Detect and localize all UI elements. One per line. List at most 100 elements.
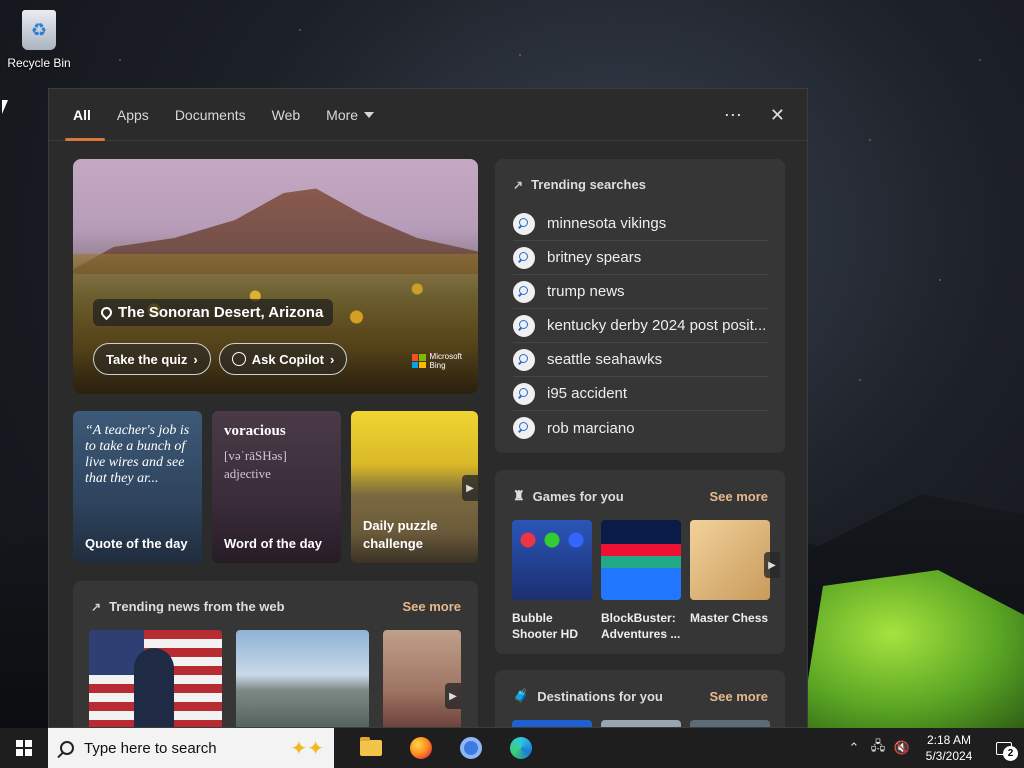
start-button[interactable] bbox=[0, 728, 48, 768]
puzzle-label: Daily puzzle challenge bbox=[363, 518, 438, 551]
tab-more[interactable]: More bbox=[326, 89, 375, 141]
games-card: ♜ Games for you See more Bubble Shooter … bbox=[495, 470, 785, 654]
chevron-right-icon[interactable]: ▶ bbox=[462, 475, 478, 501]
trending-news-title: Trending news from the web bbox=[109, 599, 285, 614]
chevron-right-icon[interactable]: ▶ bbox=[445, 683, 461, 709]
word-part-of-speech: adjective bbox=[224, 466, 271, 481]
destination-thumbnail[interactable] bbox=[690, 720, 770, 727]
search-icon bbox=[513, 314, 535, 337]
destinations-see-more[interactable]: See more bbox=[709, 689, 768, 704]
daily-cards: “A teacher's job is to take a bunch of l… bbox=[73, 411, 478, 563]
games-list: Bubble Shooter HD BlockBuster: Adventure… bbox=[512, 520, 770, 642]
luggage-icon: 🧳 bbox=[513, 688, 530, 703]
brand-line-2: Bing bbox=[429, 361, 446, 370]
trending-search-item[interactable]: seattle seahawks bbox=[513, 343, 769, 377]
system-tray: ⌃ 🖧 🔇 2:18 AM 5/3/2024 2 bbox=[842, 728, 1024, 768]
word-details: [vəˈrāSHəs] adjective bbox=[224, 447, 287, 483]
destinations-header: 🧳 Destinations for you See more bbox=[495, 670, 785, 704]
search-icon bbox=[513, 417, 535, 439]
flyout-actions: ⋯ ✕ bbox=[724, 89, 785, 141]
trending-icon: ↗ bbox=[513, 177, 524, 192]
game-thumbnail bbox=[512, 520, 592, 600]
trending-search-item[interactable]: kentucky derby 2024 post posit... bbox=[513, 309, 769, 343]
recycle-bin-desktop-icon[interactable]: Recycle Bin bbox=[6, 6, 72, 70]
news-thumbnails bbox=[89, 630, 461, 727]
edge-button[interactable] bbox=[496, 728, 546, 768]
trending-news-card: ↗ Trending news from the web See more ▶ bbox=[73, 581, 478, 727]
trending-search-item[interactable]: rob marciano bbox=[513, 411, 769, 445]
ellipsis-icon[interactable]: ⋯ bbox=[724, 105, 742, 126]
take-quiz-label: Take the quiz bbox=[106, 351, 188, 367]
daily-puzzle-card[interactable]: Daily puzzle challenge ▶ bbox=[351, 411, 478, 563]
notification-count: 2 bbox=[1003, 746, 1018, 761]
game-thumbnail bbox=[690, 520, 770, 600]
ask-copilot-button[interactable]: Ask Copilot › bbox=[218, 343, 348, 375]
close-icon[interactable]: ✕ bbox=[770, 105, 785, 126]
chevron-right-icon: › bbox=[329, 351, 335, 367]
destination-thumbnail[interactable] bbox=[601, 720, 681, 727]
trending-searches-header: ↗ Trending searches bbox=[495, 159, 785, 192]
tab-documents[interactable]: Documents bbox=[175, 89, 246, 141]
file-explorer-button[interactable] bbox=[346, 728, 396, 768]
firefox-button[interactable] bbox=[396, 728, 446, 768]
trending-search-item[interactable]: minnesota vikings bbox=[513, 207, 769, 241]
news-thumbnail[interactable] bbox=[383, 630, 461, 727]
clock[interactable]: 2:18 AM 5/3/2024 bbox=[914, 732, 984, 764]
chat-icon bbox=[231, 352, 246, 366]
volume-muted-icon[interactable]: 🔇 bbox=[890, 740, 914, 756]
network-icon[interactable]: 🖧 bbox=[866, 737, 890, 759]
word-of-the-day-card[interactable]: voracious [vəˈrāSHəs] adjective Word of … bbox=[212, 411, 341, 563]
trending-search-item[interactable]: britney spears bbox=[513, 241, 769, 275]
search-icon bbox=[513, 246, 535, 269]
hero-location-text: The Sonoran Desert, Arizona bbox=[118, 304, 324, 321]
tab-all[interactable]: All bbox=[65, 89, 105, 141]
chevron-right-icon[interactable]: ▶ bbox=[764, 552, 780, 578]
microsoft-bing-logo: Microsoft Bing bbox=[411, 352, 462, 370]
clock-date: 5/3/2024 bbox=[925, 749, 973, 763]
tab-apps[interactable]: Apps bbox=[117, 89, 149, 141]
tab-more-label: More bbox=[326, 106, 359, 123]
search-tabs: All Apps Documents Web More ⋯ ✕ bbox=[49, 89, 807, 141]
firefox-icon bbox=[410, 737, 432, 759]
chevron-right-icon: › bbox=[193, 351, 198, 367]
mouse-cursor-icon bbox=[2, 100, 14, 114]
destinations-title: Destinations for you bbox=[537, 688, 663, 704]
games-header: ♜ Games for you See more bbox=[495, 470, 785, 504]
trending-search-item[interactable]: trump news bbox=[513, 275, 769, 309]
action-center-button[interactable]: 2 bbox=[984, 728, 1024, 768]
chevron-up-icon[interactable]: ⌃ bbox=[842, 740, 866, 756]
game-name: Master Chess bbox=[690, 611, 769, 625]
ask-copilot-label: Ask Copilot bbox=[251, 351, 324, 367]
chess-piece-icon: ♜ bbox=[513, 488, 525, 503]
tab-web[interactable]: Web bbox=[272, 89, 301, 141]
game-item[interactable]: Master Chess bbox=[690, 520, 770, 642]
hero-buttons: Take the quiz › Ask Copilot › bbox=[93, 343, 348, 375]
trending-icon: ↗ bbox=[91, 599, 102, 614]
taskbar-search-box[interactable]: Type here to search ✦✦ bbox=[48, 728, 334, 768]
search-flyout: All Apps Documents Web More ⋯ ✕ The Sono… bbox=[48, 88, 808, 728]
news-thumbnail[interactable] bbox=[89, 630, 222, 727]
game-name: BlockBuster: Adventures ... bbox=[601, 611, 681, 641]
chrome-icon bbox=[460, 737, 482, 759]
games-see-more[interactable]: See more bbox=[709, 489, 768, 504]
taskbar-apps bbox=[346, 728, 546, 768]
hero-location[interactable]: The Sonoran Desert, Arizona bbox=[93, 299, 334, 326]
game-item[interactable]: BlockBuster: Adventures ... bbox=[601, 520, 681, 642]
search-icon bbox=[513, 280, 535, 303]
news-thumbnail[interactable] bbox=[236, 630, 369, 727]
trending-search-item[interactable]: i95 accident bbox=[513, 377, 769, 411]
word-label: Word of the day bbox=[224, 536, 322, 551]
taskbar-search-placeholder: Type here to search bbox=[84, 739, 217, 757]
chrome-button[interactable] bbox=[446, 728, 496, 768]
clock-time: 2:18 AM bbox=[926, 733, 972, 747]
game-item[interactable]: Bubble Shooter HD bbox=[512, 520, 592, 642]
trending-searches-title: Trending searches bbox=[531, 177, 646, 192]
brand-line-1: Microsoft bbox=[429, 352, 462, 361]
trending-news-see-more[interactable]: See more bbox=[402, 599, 461, 614]
destination-thumbnails bbox=[512, 720, 770, 727]
destination-thumbnail[interactable] bbox=[512, 720, 592, 727]
quote-of-the-day-card[interactable]: “A teacher's job is to take a bunch of l… bbox=[73, 411, 202, 563]
hero-card[interactable]: The Sonoran Desert, Arizona Take the qui… bbox=[73, 159, 478, 394]
take-quiz-button[interactable]: Take the quiz › bbox=[93, 343, 211, 375]
quote-label: Quote of the day bbox=[85, 536, 188, 551]
